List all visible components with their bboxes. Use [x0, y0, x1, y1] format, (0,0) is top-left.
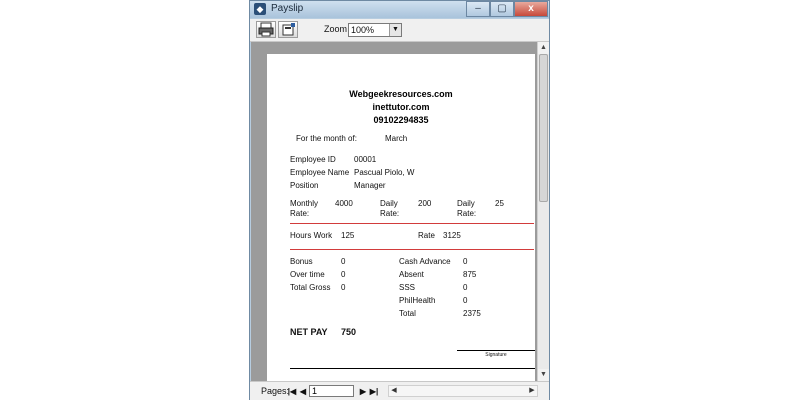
next-page-icon[interactable]: ▶	[358, 386, 368, 397]
monthly-rate-value: 4000	[335, 199, 353, 208]
absent-label: Absent	[399, 270, 424, 279]
zoom-value: 100%	[351, 25, 375, 35]
bonus-label: Bonus	[290, 257, 313, 266]
sss-value: 0	[463, 283, 468, 292]
signature-line	[457, 350, 535, 351]
overtime-value: 0	[341, 270, 346, 279]
last-page-icon[interactable]: ▶|	[369, 386, 379, 397]
daily-rate-value: 200	[418, 199, 432, 208]
rate-value: 3125	[443, 231, 461, 240]
cash-advance-value: 0	[463, 257, 468, 266]
total-deductions-label: Total	[399, 309, 416, 318]
daily-rate2-label: Daily Rate:	[457, 199, 477, 218]
app-icon: ◆	[254, 3, 266, 15]
close-button[interactable]: x	[514, 1, 548, 17]
scroll-left-icon[interactable]: ◀	[389, 386, 399, 396]
total-gross-label: Total Gross	[290, 283, 331, 292]
title-bar[interactable]: ◆ Payslip – ▢ x	[250, 1, 549, 18]
footer-rule	[290, 368, 535, 369]
total-gross-value: 0	[341, 283, 346, 292]
philhealth-value: 0	[463, 296, 468, 305]
company-website: inettutor.com	[372, 102, 430, 112]
scroll-up-icon[interactable]: ▲	[538, 42, 549, 54]
pages-label: Pages:	[261, 386, 290, 396]
zoom-select[interactable]: 100% ▼	[348, 23, 402, 37]
status-bar: Pages: |◀ ◀ 1 ▶ ▶| ◀ ▶	[250, 381, 549, 400]
position-value: Manager	[354, 181, 386, 190]
absent-value: 875	[463, 270, 477, 279]
monthly-rate-label: Monthly Rate:	[290, 199, 319, 218]
hours-work-label: Hours Work	[290, 231, 333, 240]
signature-label: Signature	[485, 352, 507, 358]
payslip-window: ◆ Payslip – ▢ x Zoom 100% ▼ Webgeekresou…	[249, 0, 550, 400]
sss-label: SSS	[399, 283, 416, 292]
cash-advance-label: Cash Advance	[399, 257, 451, 266]
position-label: Position	[290, 181, 319, 190]
scroll-thumb[interactable]	[539, 54, 548, 202]
window-title: Payslip	[271, 3, 304, 14]
horizontal-scrollbar[interactable]: ◀ ▶	[388, 385, 538, 397]
net-pay-value: 750	[341, 327, 357, 337]
hours-work-value: 125	[341, 231, 355, 240]
company-phone: 09102294835	[373, 115, 429, 125]
rate-label: Rate	[418, 231, 435, 240]
printer-icon	[258, 22, 274, 37]
employee-name-value: Pascual Piolo, W	[354, 168, 415, 177]
overtime-label: Over time	[290, 270, 325, 279]
divider-rule	[290, 223, 534, 224]
first-page-icon[interactable]: |◀	[287, 386, 297, 397]
divider-rule	[290, 249, 534, 250]
minimize-button[interactable]: –	[466, 1, 490, 17]
export-icon	[282, 23, 295, 36]
month-label: For the month of:	[296, 134, 357, 143]
print-button[interactable]	[256, 21, 276, 38]
total-deductions-value: 2375	[463, 309, 481, 318]
daily-rate-label: Daily Rate:	[380, 199, 400, 218]
scroll-down-icon[interactable]: ▼	[538, 369, 549, 381]
zoom-label: Zoom	[324, 24, 348, 34]
previous-page-icon[interactable]: ◀	[298, 386, 308, 397]
company-name: Webgeekresources.com	[349, 89, 453, 99]
vertical-scrollbar[interactable]: ▲ ▼	[537, 42, 549, 381]
payslip-page: Webgeekresources.com inettutor.com 09102…	[267, 54, 535, 381]
month-value: March	[385, 134, 408, 143]
bonus-value: 0	[341, 257, 346, 266]
page-number-input[interactable]: 1	[309, 385, 354, 397]
maximize-button[interactable]: ▢	[490, 1, 514, 17]
daily-rate2-value: 25	[495, 199, 504, 208]
employee-id-value: 00001	[354, 155, 377, 164]
employee-id-label: Employee ID	[290, 155, 336, 164]
philhealth-label: PhilHealth	[399, 296, 436, 305]
toolbar: Zoom 100% ▼	[250, 19, 549, 42]
chevron-down-icon[interactable]: ▼	[389, 24, 401, 36]
net-pay-label: NET PAY	[290, 327, 328, 337]
employee-name-label: Employee Name	[290, 168, 350, 177]
scroll-right-icon[interactable]: ▶	[527, 386, 537, 396]
report-viewport: Webgeekresources.com inettutor.com 09102…	[251, 42, 537, 381]
export-button[interactable]	[278, 21, 298, 38]
